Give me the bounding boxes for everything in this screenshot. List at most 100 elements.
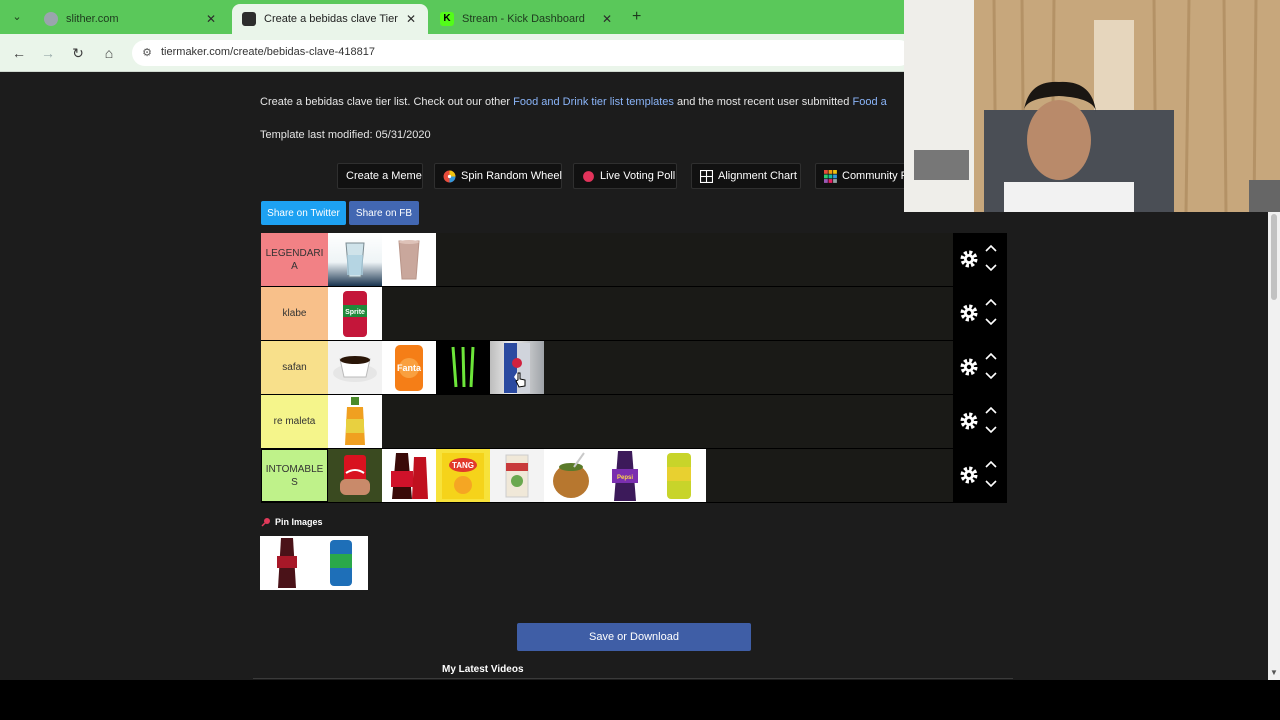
food-drink-templates-link[interactable]: Food and Drink tier list templates <box>513 96 674 108</box>
coffee-cup-image[interactable] <box>328 341 382 394</box>
chevron-down-icon[interactable] <box>985 371 997 381</box>
tier-controls <box>953 395 1007 449</box>
gear-icon[interactable] <box>959 249 979 269</box>
gear-icon[interactable] <box>959 411 979 431</box>
close-icon[interactable]: ✕ <box>600 12 614 26</box>
monster-can-image[interactable] <box>436 341 490 394</box>
home-icon[interactable]: ⌂ <box>100 44 118 62</box>
section-divider <box>253 678 1013 679</box>
scroll-down-arrow-icon[interactable]: ▼ <box>1270 668 1278 677</box>
button-label: Live Voting Poll <box>600 170 676 182</box>
chevron-up-icon[interactable] <box>985 351 997 361</box>
tang-packet-image[interactable]: TANG <box>436 449 490 502</box>
chevron-up-icon[interactable] <box>985 405 997 415</box>
scrollbar-thumb[interactable] <box>1271 214 1277 300</box>
chevron-down-icon[interactable] <box>985 317 997 327</box>
soda-bottle-image[interactable] <box>260 536 314 589</box>
tier-controls <box>953 287 1007 341</box>
save-download-button[interactable]: Save or Download <box>517 623 751 651</box>
address-bar[interactable]: ⚙ tiermaker.com/create/bebidas-clave-418… <box>132 40 912 66</box>
tab-bar: ⌄ slither.com ✕ Create a bebidas clave T… <box>0 0 904 34</box>
pin-images-toggle[interactable]: Pin Images <box>261 517 323 527</box>
fanta-can-image[interactable]: Fanta <box>382 341 436 394</box>
svg-text:Pepsi: Pepsi <box>617 475 633 481</box>
alignment-chart-button[interactable]: Alignment Chart <box>691 163 801 189</box>
template-description: Create a bebidas clave tier list. Check … <box>260 96 887 108</box>
chevron-up-icon[interactable] <box>985 243 997 253</box>
tier-label[interactable]: safan <box>261 341 328 394</box>
tier-controls <box>953 449 1007 503</box>
live-poll-button[interactable]: Live Voting Poll <box>573 163 677 189</box>
description-text: and the most recent user submitted <box>673 96 853 108</box>
tier-items: TANG Pepsi <box>328 449 706 502</box>
colored-grid-icon <box>824 169 837 183</box>
chevron-down-icon[interactable] <box>985 425 997 435</box>
tier-row: safan Fanta <box>261 341 1007 395</box>
tier-label[interactable]: LEGENDARIA <box>261 233 328 286</box>
coca-cola-can-image[interactable] <box>328 449 382 502</box>
tab-title: Create a bebidas clave Tier List <box>264 13 398 25</box>
cola-bottle-image[interactable] <box>382 449 436 502</box>
button-label: Create a Meme <box>346 170 422 182</box>
screen-bottom-bar <box>0 680 1280 720</box>
juice-bottle-image[interactable] <box>328 395 382 448</box>
sprite-can-blue-image[interactable] <box>314 536 368 589</box>
green-can-image[interactable] <box>652 449 706 502</box>
svg-text:Fanta: Fanta <box>397 363 422 373</box>
site-info-icon[interactable]: ⚙ <box>140 46 154 60</box>
image-pool <box>260 536 368 590</box>
tab-tiermaker[interactable]: Create a bebidas clave Tier List ✕ <box>232 4 428 34</box>
gear-icon[interactable] <box>959 357 979 377</box>
chevron-up-icon[interactable] <box>985 459 997 469</box>
drink-box-image[interactable] <box>490 449 544 502</box>
share-twitter-button[interactable]: Share on Twitter <box>261 201 346 225</box>
red-dot-icon <box>583 170 594 182</box>
tier-controls <box>953 341 1007 395</box>
webcam-feed-image <box>904 0 1280 212</box>
new-tab-icon[interactable]: + <box>632 8 641 26</box>
forward-arrow-icon[interactable]: → <box>39 44 57 62</box>
close-icon[interactable]: ✕ <box>204 12 218 26</box>
sprite-can-image[interactable]: Sprite <box>328 287 382 340</box>
url-text: tiermaker.com/create/bebidas-clave-41881… <box>161 46 376 58</box>
tab-title: Stream - Kick Dashboard <box>462 13 585 25</box>
tier-controls <box>953 233 1007 287</box>
svg-text:Sprite: Sprite <box>345 309 365 316</box>
chocolate-milk-image[interactable] <box>382 233 436 286</box>
gear-icon[interactable] <box>959 303 979 323</box>
recent-food-link[interactable]: Food a <box>852 96 886 108</box>
gear-icon[interactable] <box>959 465 979 485</box>
tab-kick[interactable]: K Stream - Kick Dashboard ✕ <box>430 4 624 34</box>
tab-slither[interactable]: slither.com ✕ <box>34 4 228 34</box>
chevron-up-icon[interactable] <box>985 297 997 307</box>
button-label: Alignment Chart <box>718 170 797 182</box>
create-meme-button[interactable]: Create a Meme <box>337 163 423 189</box>
grape-soda-bottle-image[interactable]: Pepsi <box>598 449 652 502</box>
tab-search-chevron-icon[interactable]: ⌄ <box>8 8 26 26</box>
back-arrow-icon[interactable]: ← <box>10 44 28 62</box>
wheel-icon <box>443 170 456 182</box>
pin-images-label: Pin Images <box>275 517 323 527</box>
reload-icon[interactable]: ↻ <box>69 44 87 62</box>
tier-items <box>328 395 382 448</box>
tiermaker-favicon-icon <box>242 12 256 26</box>
tier-label[interactable]: klabe <box>261 287 328 340</box>
community-rank-button[interactable]: Community R <box>815 163 910 189</box>
spin-wheel-button[interactable]: Spin Random Wheel <box>434 163 562 189</box>
water-glass-image[interactable] <box>328 233 382 286</box>
tier-label[interactable]: re maleta <box>261 395 328 448</box>
close-icon[interactable]: ✕ <box>404 12 418 26</box>
chevron-down-icon[interactable] <box>985 263 997 273</box>
tier-label[interactable]: INTOMABLES <box>261 449 328 502</box>
tab-title: slither.com <box>66 13 119 25</box>
tier-row: re maleta <box>261 395 1007 449</box>
latest-videos-heading: My Latest Videos <box>442 664 524 675</box>
svg-text:TANG: TANG <box>452 461 474 470</box>
share-facebook-button[interactable]: Share on FB <box>349 201 419 225</box>
tier-items: Fanta <box>328 341 544 394</box>
chevron-down-icon[interactable] <box>985 479 997 489</box>
button-label: Spin Random Wheel <box>461 170 562 182</box>
webcam-overlay <box>904 0 1280 212</box>
mate-gourd-image[interactable] <box>544 449 598 502</box>
page-scrollbar[interactable]: ▼ <box>1268 212 1280 680</box>
